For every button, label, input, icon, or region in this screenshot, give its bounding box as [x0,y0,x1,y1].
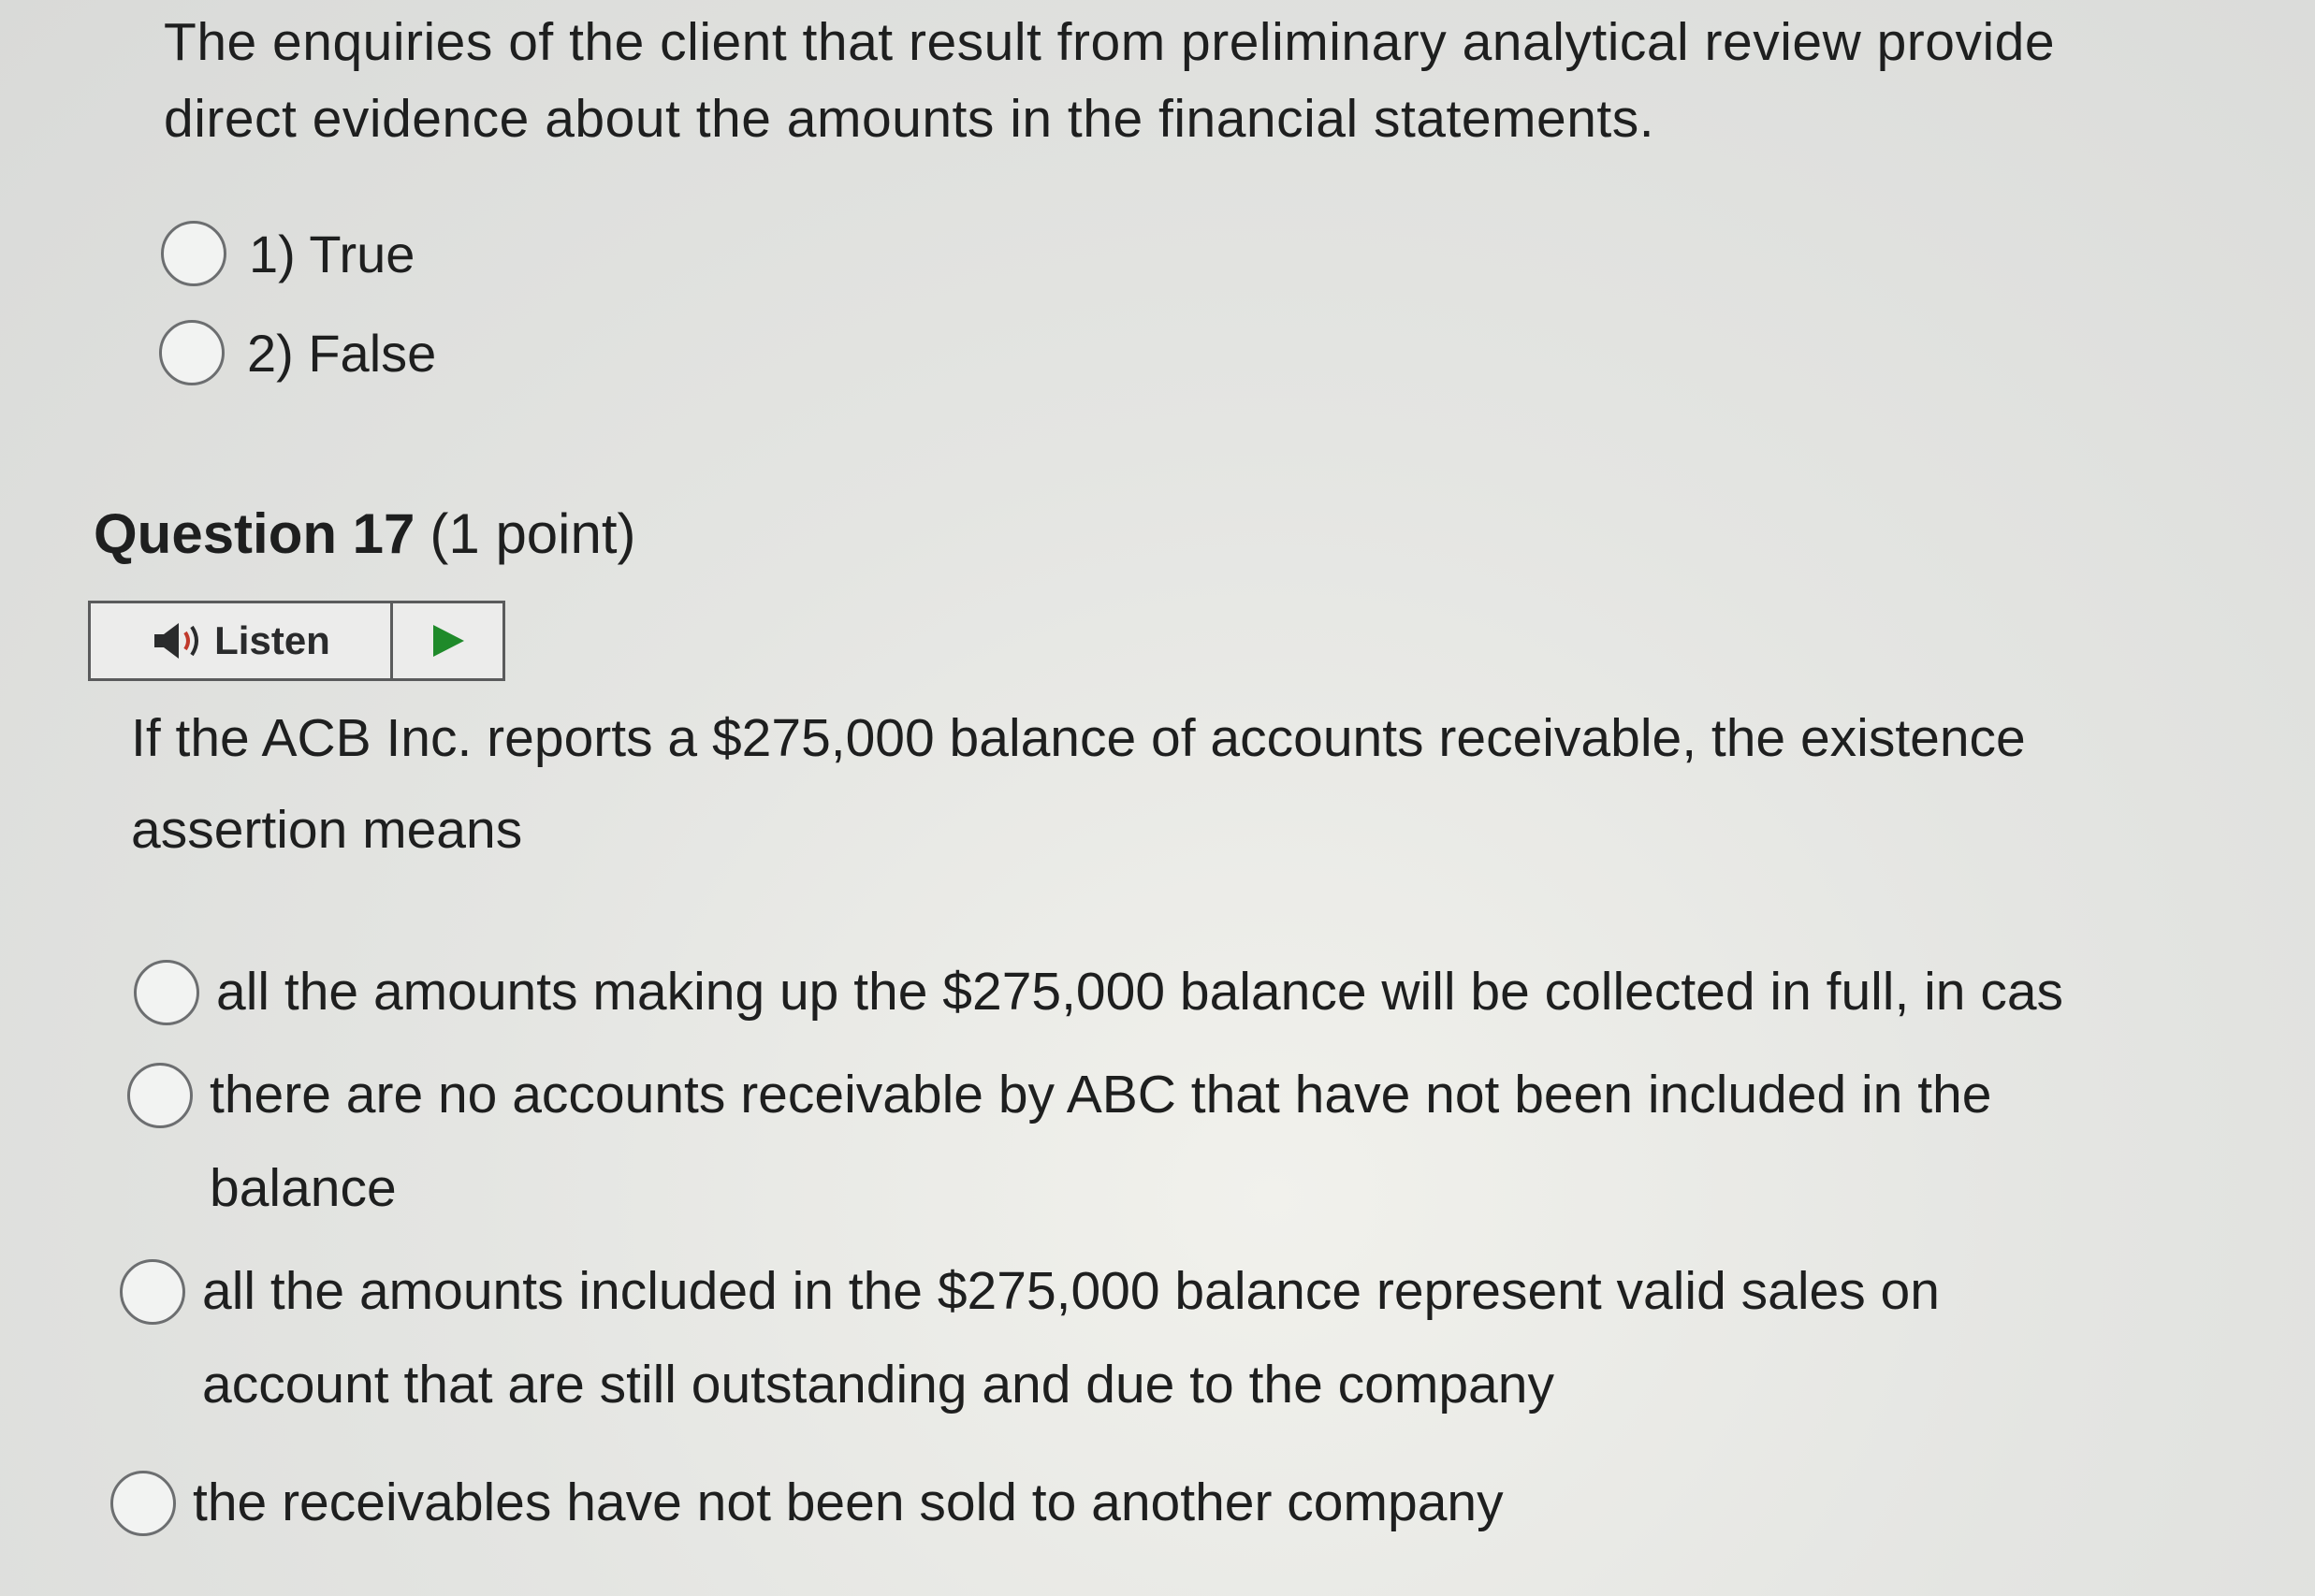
previous-question-line-1: The enquiries of the client that result … [164,12,2056,72]
question-title: Question 17 [94,502,415,565]
question-text-line-2: assertion means [131,800,523,860]
previous-question-text: The enquiries of the client that result … [164,4,2279,157]
option-label: the receivables have not been sold to an… [193,1473,1504,1532]
option-label: 1) True [249,224,415,283]
option-label: all the amounts making up the $275,000 b… [216,962,2064,1022]
question-text-line-1: If the ACB Inc. reports a $275,000 balan… [131,708,2026,768]
option-true[interactable]: 1) True [161,221,415,286]
answer-option-1[interactable]: all the amounts making up the $275,000 b… [134,945,2063,1038]
speaker-icon [154,623,199,659]
radio-button[interactable] [134,960,199,1025]
question-text: If the ACB Inc. reports a $275,000 balan… [131,692,2283,876]
question-heading: Question 17 (1 point) [94,501,636,566]
quiz-page: The enquiries of the client that result … [0,0,2315,1596]
radio-button[interactable] [159,320,225,385]
radio-button[interactable] [120,1259,185,1325]
radio-button[interactable] [110,1471,176,1536]
option-label: 2) False [247,323,437,383]
play-button[interactable] [393,603,502,678]
answer-option-2[interactable]: there are no accounts receivable by ABC … [127,1048,1991,1235]
listen-widget: Listen [88,601,505,681]
answer-option-4[interactable]: the receivables have not been sold to an… [110,1456,1504,1549]
option-false[interactable]: 2) False [159,320,436,385]
previous-question-line-2: direct evidence about the amounts in the… [164,89,1655,149]
listen-button[interactable]: Listen [91,603,393,678]
play-icon [432,625,464,657]
listen-label: Listen [214,618,330,662]
radio-button[interactable] [161,221,226,286]
radio-button[interactable] [127,1063,193,1128]
option-label: there are no accounts receivable by ABC … [210,1065,1992,1218]
answer-option-3[interactable]: all the amounts included in the $275,000… [120,1244,1940,1431]
question-points: (1 point) [430,502,636,565]
option-label: all the amounts included in the $275,000… [202,1261,1940,1415]
